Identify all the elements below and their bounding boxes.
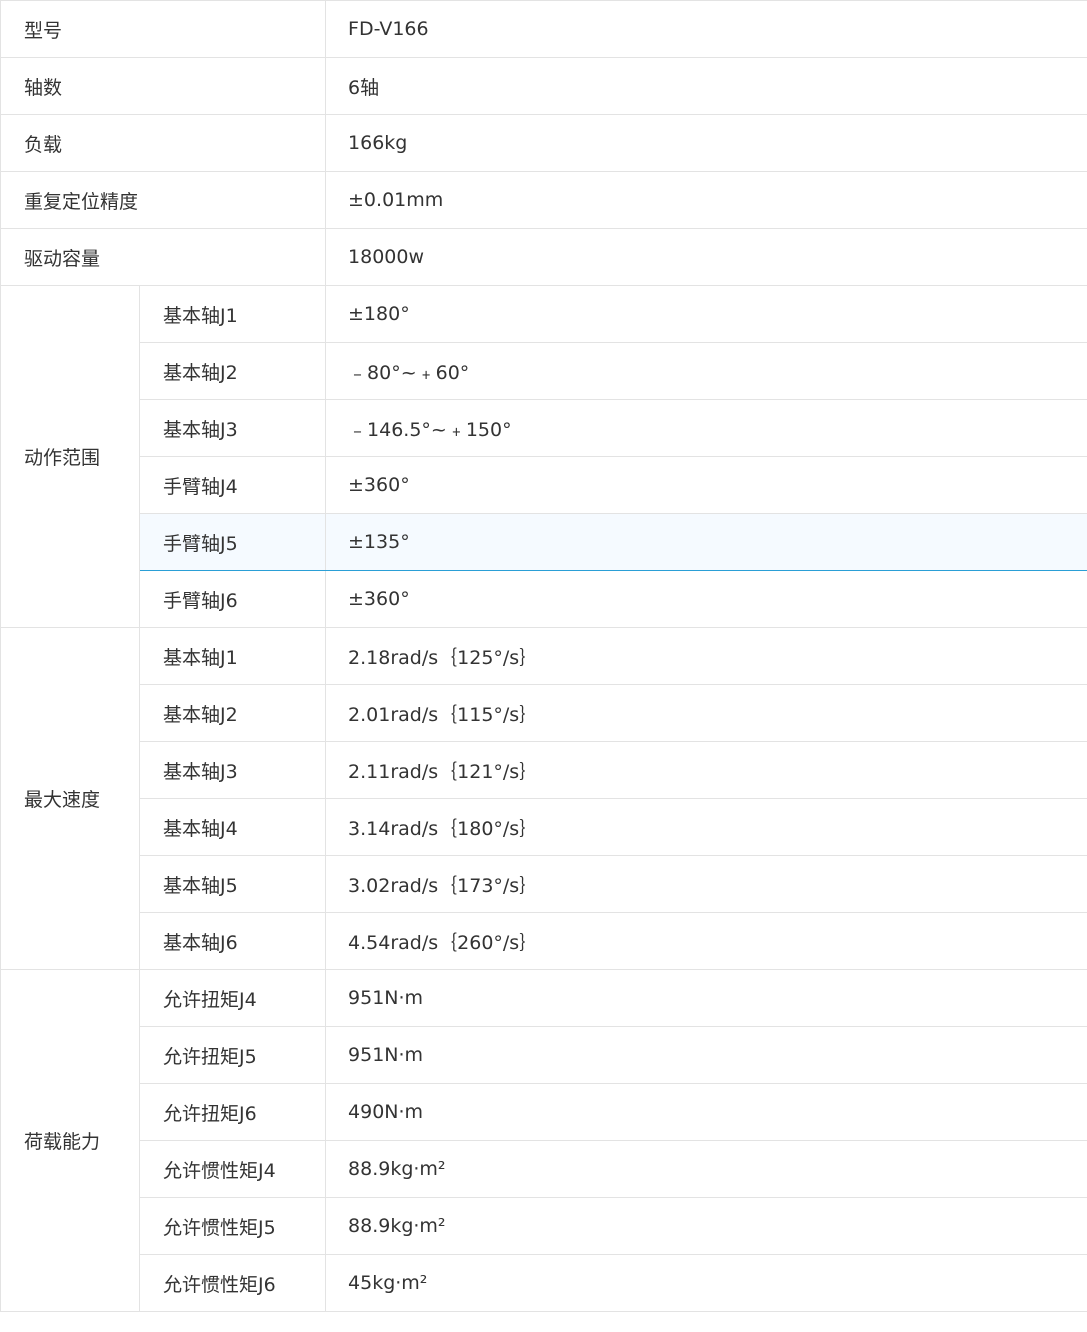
row-value: 3.02rad/s｛173°/s｝ [325,855,1087,913]
row-value: 951N·m [325,969,1087,1027]
table-row: 手臂轴J4 ±360° [1,456,1087,514]
row-label: 允许惯性矩J6 [138,1254,327,1312]
group-label-motion-range: 动作范围 [0,285,140,628]
table-row: 基本轴J2 2.01rad/s｛115°/s｝ [1,684,1087,742]
row-label: 基本轴J1 [138,285,327,343]
row-label: 允许惯性矩J5 [138,1197,327,1255]
row-label: 负载 [0,114,327,172]
table-row: 允许扭矩J5 951N·m [1,1026,1087,1084]
row-value: ±135° [325,513,1087,571]
row-value: 3.14rad/s｛180°/s｝ [325,798,1087,856]
table-row: 基本轴J5 3.02rad/s｛173°/s｝ [1,855,1087,913]
row-label: 重复定位精度 [0,171,327,229]
table-row: 重复定位精度 ±0.01mm [0,171,1087,229]
row-label: 型号 [0,0,327,58]
table-row: 基本轴J3 ﹣146.5°~﹢150° [1,399,1087,457]
table-row: 基本轴J6 4.54rad/s｛260°/s｝ [1,912,1087,970]
row-value: 88.9kg·m² [325,1197,1087,1255]
table-row: 手臂轴J6 ±360° [1,570,1087,628]
table-row-highlighted: 手臂轴J5 ±135° [1,513,1087,571]
row-label: 基本轴J4 [138,798,327,856]
row-value: ﹣146.5°~﹢150° [325,399,1087,457]
row-label: 允许扭矩J6 [138,1083,327,1141]
table-row: 允许扭矩J6 490N·m [1,1083,1087,1141]
row-value: ±360° [325,570,1087,628]
row-label: 基本轴J3 [138,741,327,799]
group-label-load-capacity: 荷载能力 [0,969,140,1312]
row-label: 驱动容量 [0,228,327,286]
row-value: ±0.01mm [325,171,1087,229]
table-row: 允许惯性矩J5 88.9kg·m² [1,1197,1087,1255]
row-value: 4.54rad/s｛260°/s｝ [325,912,1087,970]
table-row: 动作范围 基本轴J1 ±180° [0,285,1087,628]
table-row: 型号 FD-V166 [0,0,1087,58]
row-label: 基本轴J2 [138,342,327,400]
row-label: 允许扭矩J4 [138,969,327,1027]
row-label: 允许惯性矩J4 [138,1140,327,1198]
table-row: 驱动容量 18000w [0,228,1087,286]
spec-table: 型号 FD-V166 轴数 6轴 负载 166kg 重复定位精度 ±0.01mm… [0,0,1087,1312]
table-row: 轴数 6轴 [0,57,1087,115]
row-value: FD-V166 [325,0,1087,58]
row-value: ﹣80°~﹢60° [325,342,1087,400]
row-value: 88.9kg·m² [325,1140,1087,1198]
row-value: 45kg·m² [325,1254,1087,1312]
row-label: 手臂轴J6 [138,570,327,628]
table-row: 基本轴J4 3.14rad/s｛180°/s｝ [1,798,1087,856]
table-row: 荷载能力 允许扭矩J4 951N·m [0,969,1087,1312]
row-label: 轴数 [0,57,327,115]
table-row: 负载 166kg [0,114,1087,172]
row-label: 基本轴J2 [138,684,327,742]
row-label: 基本轴J6 [138,912,327,970]
table-row: 最大速度 基本轴J1 2.18rad/s｛125°/s｝ [0,627,1087,970]
row-value: 2.18rad/s｛125°/s｝ [325,627,1087,685]
table-row: 基本轴J2 ﹣80°~﹢60° [1,342,1087,400]
row-value: ±360° [325,456,1087,514]
row-label: 基本轴J5 [138,855,327,913]
row-value: 6轴 [325,57,1087,115]
table-row: 允许惯性矩J4 88.9kg·m² [1,1140,1087,1198]
row-label: 手臂轴J4 [138,456,327,514]
row-label: 基本轴J1 [138,627,327,685]
table-row: 允许惯性矩J6 45kg·m² [1,1254,1087,1312]
row-label: 基本轴J3 [138,399,327,457]
row-label: 允许扭矩J5 [138,1026,327,1084]
table-row: 基本轴J3 2.11rad/s｛121°/s｝ [1,741,1087,799]
row-value: 490N·m [325,1083,1087,1141]
row-value: 951N·m [325,1026,1087,1084]
row-value: 166kg [325,114,1087,172]
group-label-max-speed: 最大速度 [0,627,140,970]
row-label: 手臂轴J5 [138,513,327,571]
row-value: 18000w [325,228,1087,286]
row-value: 2.01rad/s｛115°/s｝ [325,684,1087,742]
row-value: ±180° [325,285,1087,343]
row-value: 2.11rad/s｛121°/s｝ [325,741,1087,799]
